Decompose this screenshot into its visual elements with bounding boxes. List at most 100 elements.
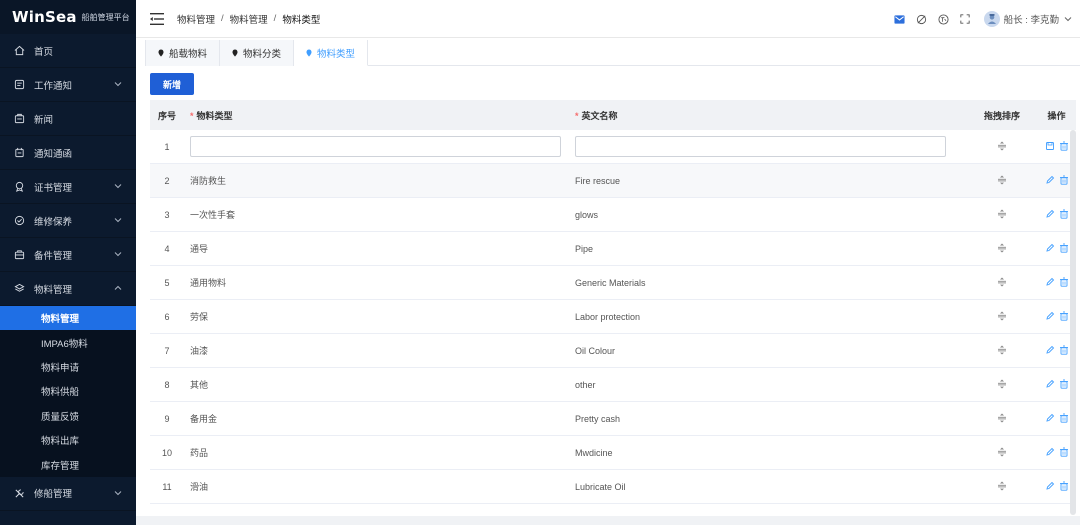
sidebar-item[interactable]: 新闻 bbox=[0, 102, 136, 136]
material-type-cell: 备用金 bbox=[190, 414, 218, 424]
sidebar-item-label: 维修保养 bbox=[34, 216, 73, 228]
table-row: 9 备用金 Pretty cash bbox=[150, 402, 1076, 436]
row-actions bbox=[1043, 345, 1071, 355]
english-name-cell: Fire rescue bbox=[575, 175, 621, 186]
edit-icon[interactable] bbox=[1045, 413, 1055, 423]
save-icon[interactable] bbox=[1045, 141, 1055, 151]
drag-handle-icon[interactable] bbox=[997, 447, 1007, 457]
sidebar-subitem[interactable]: 物料出库 bbox=[0, 427, 136, 453]
breadcrumb-item[interactable]: 物料管理 bbox=[177, 12, 215, 26]
delete-icon[interactable] bbox=[1059, 175, 1069, 185]
sidebar-subitem[interactable]: 物料管理 bbox=[0, 306, 136, 331]
delete-icon[interactable] bbox=[1059, 311, 1069, 321]
sidebar-item-label: 首页 bbox=[34, 46, 54, 58]
material-type-cell: 其他 bbox=[190, 380, 209, 390]
english-name-cell: other bbox=[575, 379, 596, 390]
english-name-cell: Oil Colour bbox=[575, 345, 616, 356]
breadcrumb-item[interactable]: 物料管理 bbox=[230, 12, 268, 26]
material-type-cell: 药品 bbox=[190, 448, 209, 458]
sidebar-item[interactable]: 备件管理 bbox=[0, 238, 136, 272]
sidebar-subitem[interactable]: 质量反馈 bbox=[0, 403, 136, 428]
edit-icon[interactable] bbox=[1045, 379, 1055, 389]
type-cell bbox=[184, 136, 569, 157]
delete-icon[interactable] bbox=[1059, 209, 1069, 219]
maintenance-icon bbox=[13, 215, 25, 227]
sidebar-subitem[interactable]: 物料供船 bbox=[0, 379, 136, 404]
sidebar-item[interactable]: 通知通函 bbox=[0, 136, 136, 170]
avatar[interactable] bbox=[983, 11, 1000, 27]
delete-icon[interactable] bbox=[1059, 243, 1069, 253]
delete-icon[interactable] bbox=[1059, 481, 1069, 491]
tab-material-type[interactable]: 物料类型 bbox=[294, 40, 369, 66]
drag-handle-icon[interactable] bbox=[997, 379, 1007, 389]
sidebar-item[interactable]: 物料管理 bbox=[0, 272, 136, 306]
row-index: 10 bbox=[161, 447, 172, 458]
sidebar-subitem[interactable]: 物料申请 bbox=[0, 354, 136, 380]
delete-icon[interactable] bbox=[1059, 447, 1069, 457]
drag-handle-icon[interactable] bbox=[997, 413, 1007, 423]
material-type-cell: 通用物料 bbox=[190, 278, 227, 288]
english-name-cell: Pipe bbox=[575, 243, 594, 254]
scrollbar[interactable] bbox=[1070, 130, 1076, 515]
drag-handle-icon[interactable] bbox=[997, 209, 1007, 219]
edit-icon[interactable] bbox=[1045, 447, 1055, 457]
drag-handle-icon[interactable] bbox=[997, 141, 1007, 151]
sidebar-item[interactable]: 维修保养 bbox=[0, 204, 136, 238]
delete-icon[interactable] bbox=[1059, 379, 1069, 389]
pin-icon bbox=[306, 49, 312, 57]
no-location-icon[interactable] bbox=[915, 13, 928, 26]
material-type-cell: 消防救生 bbox=[190, 176, 227, 186]
edit-icon[interactable] bbox=[1045, 243, 1055, 253]
mail-icon[interactable] bbox=[893, 13, 906, 26]
edit-icon[interactable] bbox=[1045, 311, 1055, 321]
drag-handle-icon[interactable] bbox=[997, 481, 1007, 491]
english-name-input[interactable] bbox=[575, 136, 946, 157]
menu-toggle-icon[interactable] bbox=[150, 12, 164, 25]
sidebar-item[interactable]: 修船管理 bbox=[0, 477, 136, 511]
add-button[interactable]: 新增 bbox=[150, 73, 194, 95]
delete-icon[interactable] bbox=[1059, 141, 1069, 151]
drag-handle-icon[interactable] bbox=[997, 311, 1007, 321]
drag-handle-icon[interactable] bbox=[997, 277, 1007, 287]
material-type-input[interactable] bbox=[190, 136, 561, 157]
table-body: 1 2 消防救生 Fire rescue 3 一次性手套 glows 4 通导 Pipe 5 通用物料… bbox=[150, 130, 1076, 504]
edit-icon[interactable] bbox=[1045, 345, 1055, 355]
user-name[interactable]: 船长 : 李克勤 bbox=[1004, 12, 1059, 26]
drag-handle-icon[interactable] bbox=[997, 243, 1007, 253]
delete-icon[interactable] bbox=[1059, 277, 1069, 287]
table-row: 5 通用物料 Generic Materials bbox=[150, 266, 1076, 300]
language-icon[interactable] bbox=[937, 13, 950, 26]
breadcrumb-current: 物料类型 bbox=[282, 14, 321, 26]
drag-handle-icon[interactable] bbox=[997, 345, 1007, 355]
fullscreen-icon[interactable] bbox=[959, 13, 972, 26]
table-row: 4 通导 Pipe bbox=[150, 232, 1076, 266]
table-row: 11 滑油 Lubricate Oil bbox=[150, 470, 1076, 504]
edit-icon[interactable] bbox=[1045, 175, 1055, 185]
drag-cell bbox=[967, 141, 1037, 153]
notice-icon bbox=[13, 79, 25, 91]
home-icon bbox=[13, 45, 25, 57]
drag-handle-icon[interactable] bbox=[997, 175, 1007, 185]
english-name-cell: Lubricate Oil bbox=[575, 481, 626, 492]
sidebar-subitem[interactable]: IMPA6物料 bbox=[0, 330, 136, 355]
delete-icon[interactable] bbox=[1059, 345, 1069, 355]
header: 物料管理 / 物料管理 / 物料类型 船长 : 李克勤 bbox=[136, 0, 1080, 38]
chevron-down-icon[interactable] bbox=[1064, 15, 1072, 23]
delete-icon[interactable] bbox=[1059, 413, 1069, 423]
edit-icon[interactable] bbox=[1045, 277, 1055, 287]
sidebar-item[interactable]: 首页 bbox=[0, 34, 136, 68]
material-type-cell: 一次性手套 bbox=[190, 210, 236, 220]
breadcrumb-separator: / bbox=[273, 13, 277, 24]
tab-shipboard-materials[interactable]: 船载物料 bbox=[145, 40, 221, 66]
tab-material-category[interactable]: 物料分类 bbox=[220, 40, 295, 66]
repair-icon bbox=[13, 487, 25, 499]
chevron-down-icon bbox=[114, 250, 122, 258]
tab-bar: 船载物料 物料分类 物料类型 bbox=[145, 40, 1080, 66]
row-index: 11 bbox=[162, 481, 172, 492]
sidebar-item[interactable]: 证书管理 bbox=[0, 170, 136, 204]
edit-icon[interactable] bbox=[1045, 481, 1055, 491]
sidebar-item[interactable]: 工作通知 bbox=[0, 68, 136, 102]
sidebar-subitem[interactable]: 库存管理 bbox=[0, 452, 136, 477]
edit-icon[interactable] bbox=[1045, 209, 1055, 219]
row-index: 4 bbox=[164, 243, 170, 254]
